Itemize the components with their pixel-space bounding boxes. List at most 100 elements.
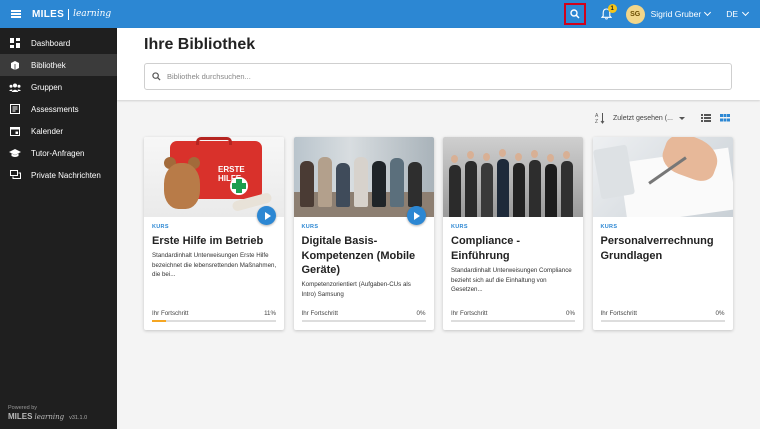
top-bar: MILES learning 1 SG Sigrid Gruber DE	[0, 0, 760, 28]
progress-bar	[451, 320, 575, 322]
course-title[interactable]: Erste Hilfe im Betrieb	[152, 234, 277, 249]
sidebar-item-tutor-anfragen[interactable]: Tutor-Anfragen	[0, 142, 117, 164]
course-description: Kompetenzorientiert (Aufgaben-CUs als In…	[301, 281, 411, 298]
language-label: DE	[726, 9, 738, 19]
progress-bar	[600, 320, 725, 322]
notification-badge: 1	[607, 4, 617, 13]
person-image	[497, 159, 509, 217]
search-input[interactable]	[167, 72, 567, 81]
progress-label: Ihr Fortschritt	[600, 310, 637, 317]
course-thumbnail[interactable]	[443, 137, 583, 217]
sidebar-footer: Powered by MILES learning v31.1.0	[8, 405, 87, 421]
library-search[interactable]	[144, 63, 732, 90]
cross-icon	[230, 177, 248, 195]
person-head	[483, 153, 490, 161]
library-icon	[9, 59, 21, 71]
person-head	[531, 150, 538, 158]
course-grid: ERSTE HILFE KURS Erste Hilfe im Betrieb …	[144, 137, 742, 330]
sort-dropdown[interactable]: Zuletzt gesehen (...	[613, 115, 673, 122]
course-title[interactable]: Digitale Basis-Kompetenzen (Mobile Gerät…	[302, 234, 427, 278]
progress-bar	[152, 320, 276, 322]
course-card[interactable]: KURS Digitale Basis-Kompetenzen (Mobile …	[293, 137, 434, 330]
person-image	[465, 161, 477, 217]
course-card[interactable]: KURS Personalverrechnung Grundlagen Ihr …	[592, 137, 733, 330]
sidebar-item-bibliothek[interactable]: Bibliothek	[0, 54, 117, 76]
course-title[interactable]: Personalverrechnung Grundlagen	[601, 234, 726, 263]
calculator-image	[592, 144, 635, 200]
person-head	[467, 151, 474, 159]
assessment-icon	[9, 103, 21, 115]
course-thumbnail[interactable]	[592, 137, 733, 217]
list-view-icon[interactable]	[700, 113, 711, 123]
svg-text:Z: Z	[595, 119, 598, 124]
person-head	[499, 149, 506, 157]
sidebar-item-kalender[interactable]: Kalender	[0, 120, 117, 142]
progress-value: 0%	[566, 310, 575, 317]
person-image	[371, 161, 386, 207]
person-image	[353, 157, 368, 207]
progress-bar	[301, 320, 426, 322]
sort-icon[interactable]: AZ	[595, 112, 605, 124]
logo-subtitle: learning	[73, 9, 112, 19]
menu-icon[interactable]	[2, 0, 30, 28]
course-card[interactable]: ERSTE HILFE KURS Erste Hilfe im Betrieb …	[144, 137, 284, 330]
progress-label: Ihr Fortschritt	[451, 310, 488, 317]
person-image	[317, 157, 332, 207]
course-card[interactable]: KURS Compliance - Einführung Standardinh…	[443, 137, 583, 330]
user-menu[interactable]: SG Sigrid Gruber	[625, 4, 712, 24]
chevron-down-icon	[741, 8, 750, 17]
chat-icon	[9, 169, 21, 181]
progress-value: 0%	[715, 310, 725, 317]
library-toolbar: AZ Zuletzt gesehen (...	[595, 112, 739, 124]
sidebar-item-private-nachrichten[interactable]: Private Nachrichten	[0, 164, 117, 186]
sidebar-item-label: Assessments	[31, 104, 79, 114]
footer-brand: MILES	[8, 412, 33, 421]
logo-brand: MILES	[32, 8, 65, 20]
course-thumbnail[interactable]: ERSTE HILFE	[144, 137, 284, 217]
progress-value: 0%	[416, 310, 426, 317]
page-title: Ihre Bibliothek	[144, 36, 256, 53]
sidebar-item-label: Bibliothek	[31, 60, 66, 70]
course-thumbnail[interactable]	[293, 137, 434, 217]
caret-down-icon[interactable]	[678, 116, 685, 120]
person-image	[389, 158, 404, 207]
version-label: v31.1.0	[69, 415, 88, 421]
app-logo[interactable]: MILES learning	[32, 8, 112, 20]
teddy-bear-image	[164, 163, 200, 209]
language-selector[interactable]: DE	[726, 8, 750, 19]
course-type: KURS	[451, 224, 468, 230]
kit-handle	[196, 137, 232, 145]
notifications-button[interactable]: 1	[596, 3, 618, 25]
play-button[interactable]	[406, 206, 426, 225]
calendar-icon	[9, 125, 21, 137]
person-image	[529, 160, 541, 217]
person-image	[299, 161, 314, 207]
sidebar-item-label: Gruppen	[31, 82, 63, 92]
course-title[interactable]: Compliance - Einführung	[451, 234, 576, 263]
person-head	[547, 154, 554, 162]
progress-label: Ihr Fortschritt	[152, 310, 189, 317]
avatar: SG	[625, 4, 645, 24]
course-description: Standardinhalt Unterweisungen Erste Hilf…	[152, 252, 277, 278]
progress-label: Ihr Fortschritt	[301, 310, 338, 317]
person-image	[407, 162, 422, 207]
dashboard-icon	[9, 37, 21, 49]
library-header: Ihre Bibliothek	[117, 28, 760, 100]
play-button[interactable]	[257, 206, 276, 225]
sidebar-item-assessments[interactable]: Assessments	[0, 98, 117, 120]
progress-fill	[152, 320, 166, 322]
person-image	[449, 165, 461, 217]
sidebar-item-gruppen[interactable]: Gruppen	[0, 76, 117, 98]
person-image	[335, 163, 350, 207]
person-image	[561, 161, 573, 217]
person-image	[481, 163, 493, 217]
person-image	[545, 164, 557, 217]
graduation-cap-icon	[9, 147, 21, 159]
sidebar-item-dashboard[interactable]: Dashboard	[0, 32, 117, 54]
groups-icon	[9, 81, 21, 93]
grid-view-icon[interactable]	[719, 113, 730, 123]
search-button[interactable]	[563, 3, 586, 25]
logo-divider	[68, 8, 70, 20]
person-head	[563, 151, 570, 159]
chevron-down-icon	[704, 8, 712, 17]
